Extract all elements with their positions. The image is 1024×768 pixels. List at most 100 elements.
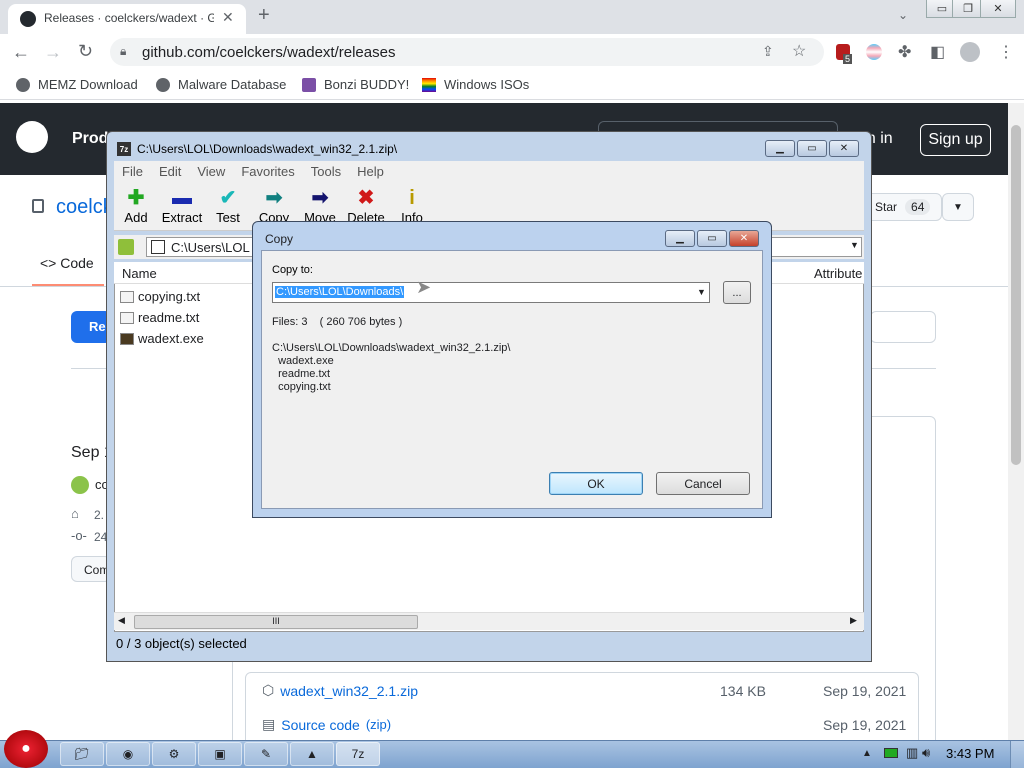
compare-button[interactable]: Com xyxy=(71,556,111,582)
new-tab-icon[interactable]: + xyxy=(258,4,270,27)
bookmark-windows-isos[interactable]: Windows ISOs xyxy=(422,77,529,92)
tab-code[interactable]: <> Code xyxy=(40,255,94,271)
toolbar-delete-button[interactable]: ✖ Delete xyxy=(344,186,388,225)
bookmark-malware-db[interactable]: Malware Database xyxy=(156,77,286,92)
volume-icon[interactable]: 🔊︎ xyxy=(922,745,930,761)
sevenzip-taskbar-icon[interactable]: 7z xyxy=(336,742,380,766)
browser-tab[interactable]: Releases · coelckers/wadext · G ✕ xyxy=(8,4,246,34)
profile-avatar-icon[interactable] xyxy=(960,42,980,62)
asset-size: 134 KB xyxy=(720,683,766,699)
flag-extension-icon[interactable] xyxy=(866,44,882,60)
asset-link[interactable]: Source code xyxy=(281,717,360,733)
star-dropdown-icon[interactable]: ▼ xyxy=(942,193,974,221)
tab-search-icon[interactable]: ⌄ xyxy=(898,8,908,22)
file-name: readme.txt xyxy=(138,310,200,325)
destination-combobox[interactable]: C:\Users\LOL\Downloads\ ▼ xyxy=(272,282,710,303)
chevron-down-icon[interactable]: ▼ xyxy=(850,240,859,250)
github-logo-icon[interactable] xyxy=(16,121,48,153)
repo-icon xyxy=(32,199,44,213)
scrollbar-thumb[interactable] xyxy=(1011,125,1021,465)
menu-favorites[interactable]: Favorites xyxy=(241,164,294,179)
package-icon: ⬡ xyxy=(262,682,275,698)
menu-view[interactable]: View xyxy=(197,164,225,179)
repo-owner-link[interactable]: coelck xyxy=(56,196,113,219)
minimize-icon[interactable]: ▁ xyxy=(765,140,795,157)
up-folder-icon[interactable] xyxy=(118,239,134,255)
horizontal-scrollbar[interactable]: ◀ III ▶ xyxy=(114,612,864,630)
bookmark-bonzi[interactable]: Bonzi BUDDY! xyxy=(302,77,409,92)
star-button[interactable]: Star 64 xyxy=(860,193,942,221)
toolbar-add-button[interactable]: ✚ Add xyxy=(114,186,158,225)
side-panel-icon[interactable]: ◧ xyxy=(930,42,945,62)
share-icon[interactable]: ⇪ xyxy=(762,43,774,60)
releases-button[interactable]: Re xyxy=(71,311,111,343)
list-item[interactable]: ⬡ wadext_win32_2.1.zip xyxy=(262,682,418,699)
bookmark-star-icon[interactable]: ☆ xyxy=(792,41,806,61)
explorer-taskbar-icon[interactable]: 📁︎ xyxy=(60,742,104,766)
cmd-taskbar-icon[interactable]: ▣ xyxy=(198,742,242,766)
menu-tools[interactable]: Tools xyxy=(311,164,341,179)
maximize-icon[interactable]: ▭ xyxy=(697,230,727,247)
media-taskbar-icon[interactable]: ✎ xyxy=(244,742,288,766)
scroll-left-icon[interactable]: ◀ xyxy=(118,615,125,626)
scroll-right-icon[interactable]: ▶ xyxy=(850,615,857,626)
app-taskbar-icon[interactable]: ⚙ xyxy=(152,742,196,766)
address-bar[interactable]: 🔒︎ github.com/coelckers/wadext/releases … xyxy=(110,38,824,66)
menu-kebab-icon[interactable]: ⋮ xyxy=(998,42,1014,62)
close-icon[interactable]: ✕ xyxy=(729,230,759,247)
column-name[interactable]: Name xyxy=(122,266,157,281)
product-menu[interactable]: Prod xyxy=(72,130,108,148)
avatar[interactable] xyxy=(71,476,89,494)
vlc-taskbar-icon[interactable]: ▲ xyxy=(290,742,334,766)
bookmark-label: Malware Database xyxy=(178,77,287,92)
close-window-icon[interactable]: ✕ xyxy=(980,0,1016,18)
maximize-icon[interactable]: ▭ xyxy=(797,140,827,157)
show-desktop-button[interactable] xyxy=(1010,741,1024,768)
list-item[interactable]: copying.txt xyxy=(120,289,200,304)
star-label: Star xyxy=(875,200,898,214)
menu-bar: File Edit View Favorites Tools Help xyxy=(114,161,864,181)
toolbar-copy-button[interactable]: ➡ Copy xyxy=(252,186,296,225)
scrollbar-thumb[interactable]: III xyxy=(134,615,418,629)
toolbar-test-button[interactable]: ✔ Test xyxy=(206,186,250,225)
forward-icon[interactable]: → xyxy=(44,42,62,63)
tray-expand-icon[interactable]: ▲ xyxy=(862,748,872,759)
source-file-list: C:\Users\LOL\Downloads\wadext_win32_2.1.… xyxy=(272,342,511,393)
battery-icon[interactable] xyxy=(884,748,898,758)
reload-icon[interactable]: ↻ xyxy=(78,41,93,62)
browse-button[interactable]: ... xyxy=(723,281,751,304)
list-item[interactable]: readme.txt xyxy=(120,310,199,325)
release-tag[interactable]: 2. xyxy=(94,508,104,522)
cancel-button[interactable]: Cancel xyxy=(656,472,750,495)
chevron-down-icon[interactable]: ▼ xyxy=(697,287,706,297)
close-icon[interactable]: ✕ xyxy=(829,140,859,157)
back-icon[interactable]: ← xyxy=(12,42,30,63)
toolbar-move-button[interactable]: ➡ Move xyxy=(298,186,342,225)
text-file-icon xyxy=(120,311,134,324)
minimize-icon[interactable]: ▁ xyxy=(665,230,695,247)
network-icon[interactable]: ▥ xyxy=(906,745,918,761)
plus-icon: ✚ xyxy=(127,187,145,209)
column-attributes[interactable]: Attribute xyxy=(814,266,862,281)
lock-icon: 🔒︎ xyxy=(120,44,127,58)
toolbar-extract-button[interactable]: ▬ Extract xyxy=(160,186,204,225)
list-item[interactable]: wadext.exe xyxy=(120,331,204,346)
copy-to-label: Copy to: xyxy=(272,264,313,276)
sign-up-button[interactable]: Sign up xyxy=(920,124,991,156)
asset-date: Sep 19, 2021 xyxy=(823,683,907,699)
extensions-puzzle-icon[interactable]: ✤ xyxy=(898,42,911,62)
close-tab-icon[interactable]: ✕ xyxy=(222,9,234,26)
bookmark-memz[interactable]: MEMZ Download xyxy=(16,77,138,92)
menu-file[interactable]: File xyxy=(122,164,143,179)
toolbar-info-button[interactable]: i Info xyxy=(390,186,434,225)
list-item[interactable]: ▤ Source code (zip) xyxy=(262,716,391,733)
start-button-angry-bird-icon[interactable]: ● xyxy=(4,730,48,768)
menu-help[interactable]: Help xyxy=(357,164,384,179)
clock[interactable]: 3:43 PM xyxy=(946,746,994,761)
page-scrollbar[interactable] xyxy=(1008,103,1024,740)
asset-link[interactable]: wadext_win32_2.1.zip xyxy=(280,683,418,699)
release-filter-input[interactable] xyxy=(870,311,936,343)
ok-button[interactable]: OK xyxy=(549,472,643,495)
menu-edit[interactable]: Edit xyxy=(159,164,181,179)
chrome-taskbar-icon[interactable]: ◉ xyxy=(106,742,150,766)
